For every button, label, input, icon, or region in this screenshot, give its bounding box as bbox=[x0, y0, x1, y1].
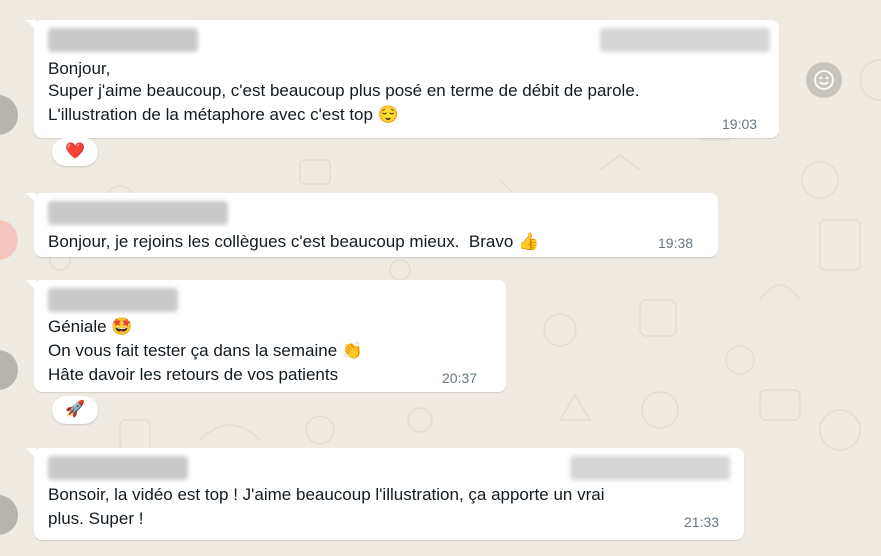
sender-name-blurred bbox=[48, 288, 178, 312]
message-line: Bonjour, bbox=[48, 59, 111, 78]
message-line: Géniale 🤩 bbox=[48, 317, 133, 336]
message-time: 19:03 bbox=[722, 116, 758, 132]
reaction-rocket[interactable]: 🚀 bbox=[52, 396, 98, 424]
sender-phone-blurred bbox=[570, 456, 730, 480]
sender-phone-blurred bbox=[600, 28, 770, 52]
message-time: 19:38 bbox=[658, 235, 694, 251]
message-line: Hâte davoir les retours de vos patients bbox=[48, 365, 339, 384]
message-time: 20:37 bbox=[442, 370, 478, 386]
sender-name-blurred bbox=[48, 28, 198, 52]
message-bubble[interactable]: Bonjour, je rejoins les collègues c'est … bbox=[26, 193, 718, 257]
message-line: Bonsoir, la vidéo est top ! J'aime beauc… bbox=[48, 485, 605, 504]
message-line: Bonjour, je rejoins les collègues c'est … bbox=[48, 232, 540, 251]
message-bubble[interactable]: Géniale 🤩 On vous fait tester ça dans la… bbox=[26, 280, 506, 392]
sender-name-blurred bbox=[48, 456, 188, 480]
message-bubble[interactable]: Bonsoir, la vidéo est top ! J'aime beauc… bbox=[26, 448, 744, 540]
reaction-heart[interactable]: ❤️ bbox=[52, 138, 98, 166]
message-line: Super j'aime beaucoup, c'est beaucoup pl… bbox=[48, 81, 640, 100]
sender-name-blurred bbox=[48, 201, 228, 225]
message-bubble[interactable]: Bonjour, Super j'aime beaucoup, c'est be… bbox=[26, 20, 779, 138]
message-time: 21:33 bbox=[684, 514, 720, 530]
smiley-icon-glyph bbox=[814, 70, 834, 90]
message-line: plus. Super ! bbox=[48, 509, 144, 528]
message-line: On vous fait tester ça dans la semaine 👏 bbox=[48, 341, 364, 360]
message-line: L'illustration de la métaphore avec c'es… bbox=[48, 105, 399, 124]
smiley-icon[interactable] bbox=[806, 62, 842, 98]
